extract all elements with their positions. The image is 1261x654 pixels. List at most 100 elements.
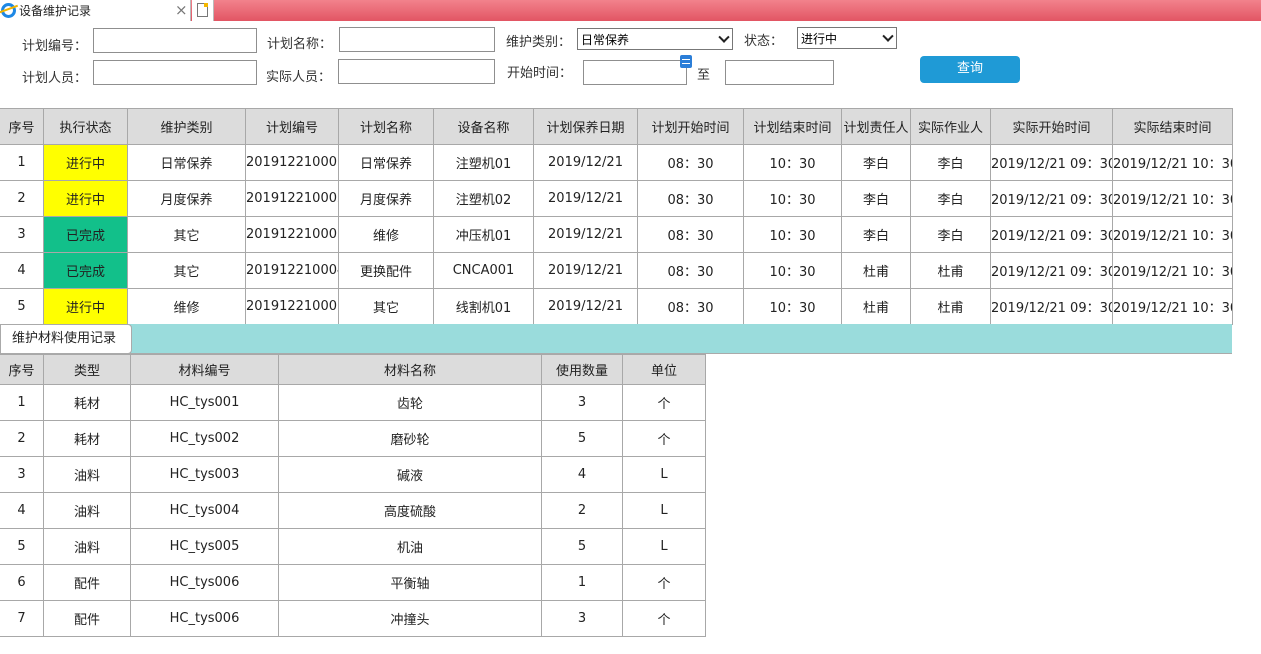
new-page-icon	[197, 3, 208, 17]
table-row[interactable]: 2 进行中 月度保养 201912210002 月度保养 注塑机02 2019/12/21 0…	[0, 180, 1233, 217]
table-cell: L	[622, 456, 706, 493]
table-cell: 10：30	[743, 216, 842, 253]
table-cell: HC_tys005	[130, 528, 279, 565]
table-cell: 2	[541, 492, 623, 529]
table-row[interactable]: 5 油料 HC_tys005 机油 5 L	[0, 528, 706, 565]
table-cell: 10：30	[743, 252, 842, 289]
table-cell: 08：30	[637, 216, 744, 253]
calendar-icon[interactable]	[680, 55, 692, 68]
table-cell: 08：30	[637, 288, 744, 325]
table-row[interactable]: 1 耗材 HC_tys001 齿轮 3 个	[0, 384, 706, 421]
table-row[interactable]: 3 油料 HC_tys003 碱液 4 L	[0, 456, 706, 493]
column-header[interactable]: 序号	[0, 108, 44, 145]
start-time-to-input[interactable]	[725, 60, 834, 85]
table-row[interactable]: 1 进行中 日常保养 201912210001 日常保养 注塑机01 2019/12/21 0…	[0, 144, 1233, 181]
table-cell: 月度保养	[127, 180, 246, 217]
table-cell: 2019/12/21 10：30	[1112, 288, 1233, 325]
table-cell: 李白	[910, 180, 991, 217]
table-cell: 李白	[910, 144, 991, 181]
column-header[interactable]: 执行状态	[43, 108, 128, 145]
tab-materials-usage[interactable]: 维护材料使用记录	[0, 324, 132, 354]
table-row[interactable]: 7 配件 HC_tys006 冲撞头 3 个	[0, 600, 706, 637]
table-cell: 油料	[43, 492, 131, 529]
column-header[interactable]: 维护类别	[127, 108, 246, 145]
status-select[interactable]: 进行中	[797, 27, 897, 49]
column-header[interactable]: 计划结束时间	[743, 108, 842, 145]
actual-person-input[interactable]	[338, 59, 495, 84]
column-header[interactable]: 材料名称	[278, 354, 542, 385]
table-cell: 2019/12/21 09：30	[990, 144, 1113, 181]
sub-tab-band	[0, 324, 1232, 354]
table-cell: 201912210002	[245, 180, 339, 217]
status-badge: 已完成	[43, 252, 128, 289]
table-cell: 10：30	[743, 288, 842, 325]
table-row[interactable]: 5 进行中 维修 201912210005 其它 线割机01 2019/12/21 08：30…	[0, 288, 1233, 325]
table-row[interactable]: 2 耗材 HC_tys002 磨砂轮 5 个	[0, 420, 706, 457]
table-cell: 杜甫	[841, 252, 911, 289]
table-cell: 月度保养	[338, 180, 434, 217]
table-cell: 杜甫	[910, 252, 991, 289]
column-header[interactable]: 实际开始时间	[990, 108, 1113, 145]
table-row[interactable]: 3 已完成 其它 201912210003 维修 冲压机01 2019/12/21 08：30…	[0, 216, 1233, 253]
column-header[interactable]: 材料编号	[130, 354, 279, 385]
tab-equipment-maintenance[interactable]: 设备维护记录 ×	[0, 0, 191, 21]
table-row[interactable]: 4 已完成 其它 201912210004 更换配件 CNCA001 2019/12/21 0…	[0, 252, 1233, 289]
table-cell: 5	[0, 528, 44, 565]
column-header[interactable]: 计划名称	[338, 108, 434, 145]
table-row[interactable]: 6 配件 HC_tys006 平衡轴 1 个	[0, 564, 706, 601]
table-cell: 注塑机02	[433, 180, 534, 217]
column-header[interactable]: 序号	[0, 354, 44, 385]
table-cell: 冲压机01	[433, 216, 534, 253]
close-icon[interactable]: ×	[175, 1, 188, 19]
maintenance-plan-table: 序号 执行状态 维护类别 计划编号 计划名称 设备名称 计划保养日期 计划开始时间 计划结束时间…	[0, 108, 1233, 325]
column-header[interactable]: 使用数量	[541, 354, 623, 385]
column-header[interactable]: 计划编号	[245, 108, 339, 145]
status-badge: 已完成	[43, 216, 128, 253]
column-header[interactable]: 计划责任人	[841, 108, 911, 145]
table-cell: CNCA001	[433, 252, 534, 289]
table-cell: 5	[0, 288, 44, 325]
table-cell: 个	[622, 564, 706, 601]
table-cell: 2019/12/21	[533, 180, 638, 217]
maint-type-select[interactable]: 日常保养	[577, 28, 733, 50]
column-header[interactable]: 计划保养日期	[533, 108, 638, 145]
table-cell: 2019/12/21	[533, 288, 638, 325]
table-cell: 油料	[43, 456, 131, 493]
table-cell: 配件	[43, 564, 131, 601]
column-header[interactable]: 单位	[622, 354, 706, 385]
table-row[interactable]: 4 油料 HC_tys004 高度硫酸 2 L	[0, 492, 706, 529]
table-cell: 2	[0, 180, 44, 217]
plan-name-input[interactable]	[339, 27, 495, 52]
table-cell: 2019/12/21 10：30	[1112, 216, 1233, 253]
column-header[interactable]: 实际作业人	[910, 108, 991, 145]
table-cell: HC_tys001	[130, 384, 279, 421]
start-time-from-input[interactable]	[583, 60, 687, 85]
table-cell: 2019/12/21	[533, 144, 638, 181]
materials-usage-table: 序号 类型 材料编号 材料名称 使用数量 单位 1 耗材 HC_tys001 齿轮 3 个 2 耗材 HC…	[0, 354, 706, 637]
table-cell: 10：30	[743, 144, 842, 181]
table-cell: 10：30	[743, 180, 842, 217]
table-header-row: 序号 类型 材料编号 材料名称 使用数量 单位	[0, 354, 706, 385]
new-tab-button[interactable]	[192, 0, 214, 21]
column-header[interactable]: 计划开始时间	[637, 108, 744, 145]
query-button[interactable]: 查询	[920, 56, 1020, 83]
planner-label: 计划人员：	[22, 71, 88, 86]
table-cell: 日常保养	[127, 144, 246, 181]
planner-input[interactable]	[93, 60, 257, 85]
table-cell: 碱液	[278, 456, 542, 493]
table-cell: 维修	[127, 288, 246, 325]
status-badge: 进行中	[43, 180, 128, 217]
column-header[interactable]: 实际结束时间	[1112, 108, 1233, 145]
table-cell: 2019/12/21 09：30	[990, 216, 1113, 253]
plan-no-input[interactable]	[93, 28, 257, 53]
table-cell: HC_tys002	[130, 420, 279, 457]
table-cell: 2019/12/21 09：30	[990, 180, 1113, 217]
column-header[interactable]: 设备名称	[433, 108, 534, 145]
table-cell: 杜甫	[910, 288, 991, 325]
tab-title: 设备维护记录	[19, 4, 92, 18]
table-cell: 个	[622, 384, 706, 421]
table-cell: 2019/12/21	[533, 252, 638, 289]
column-header[interactable]: 类型	[43, 354, 131, 385]
table-cell: 日常保养	[338, 144, 434, 181]
table-cell: 2019/12/21 09：30	[990, 288, 1113, 325]
